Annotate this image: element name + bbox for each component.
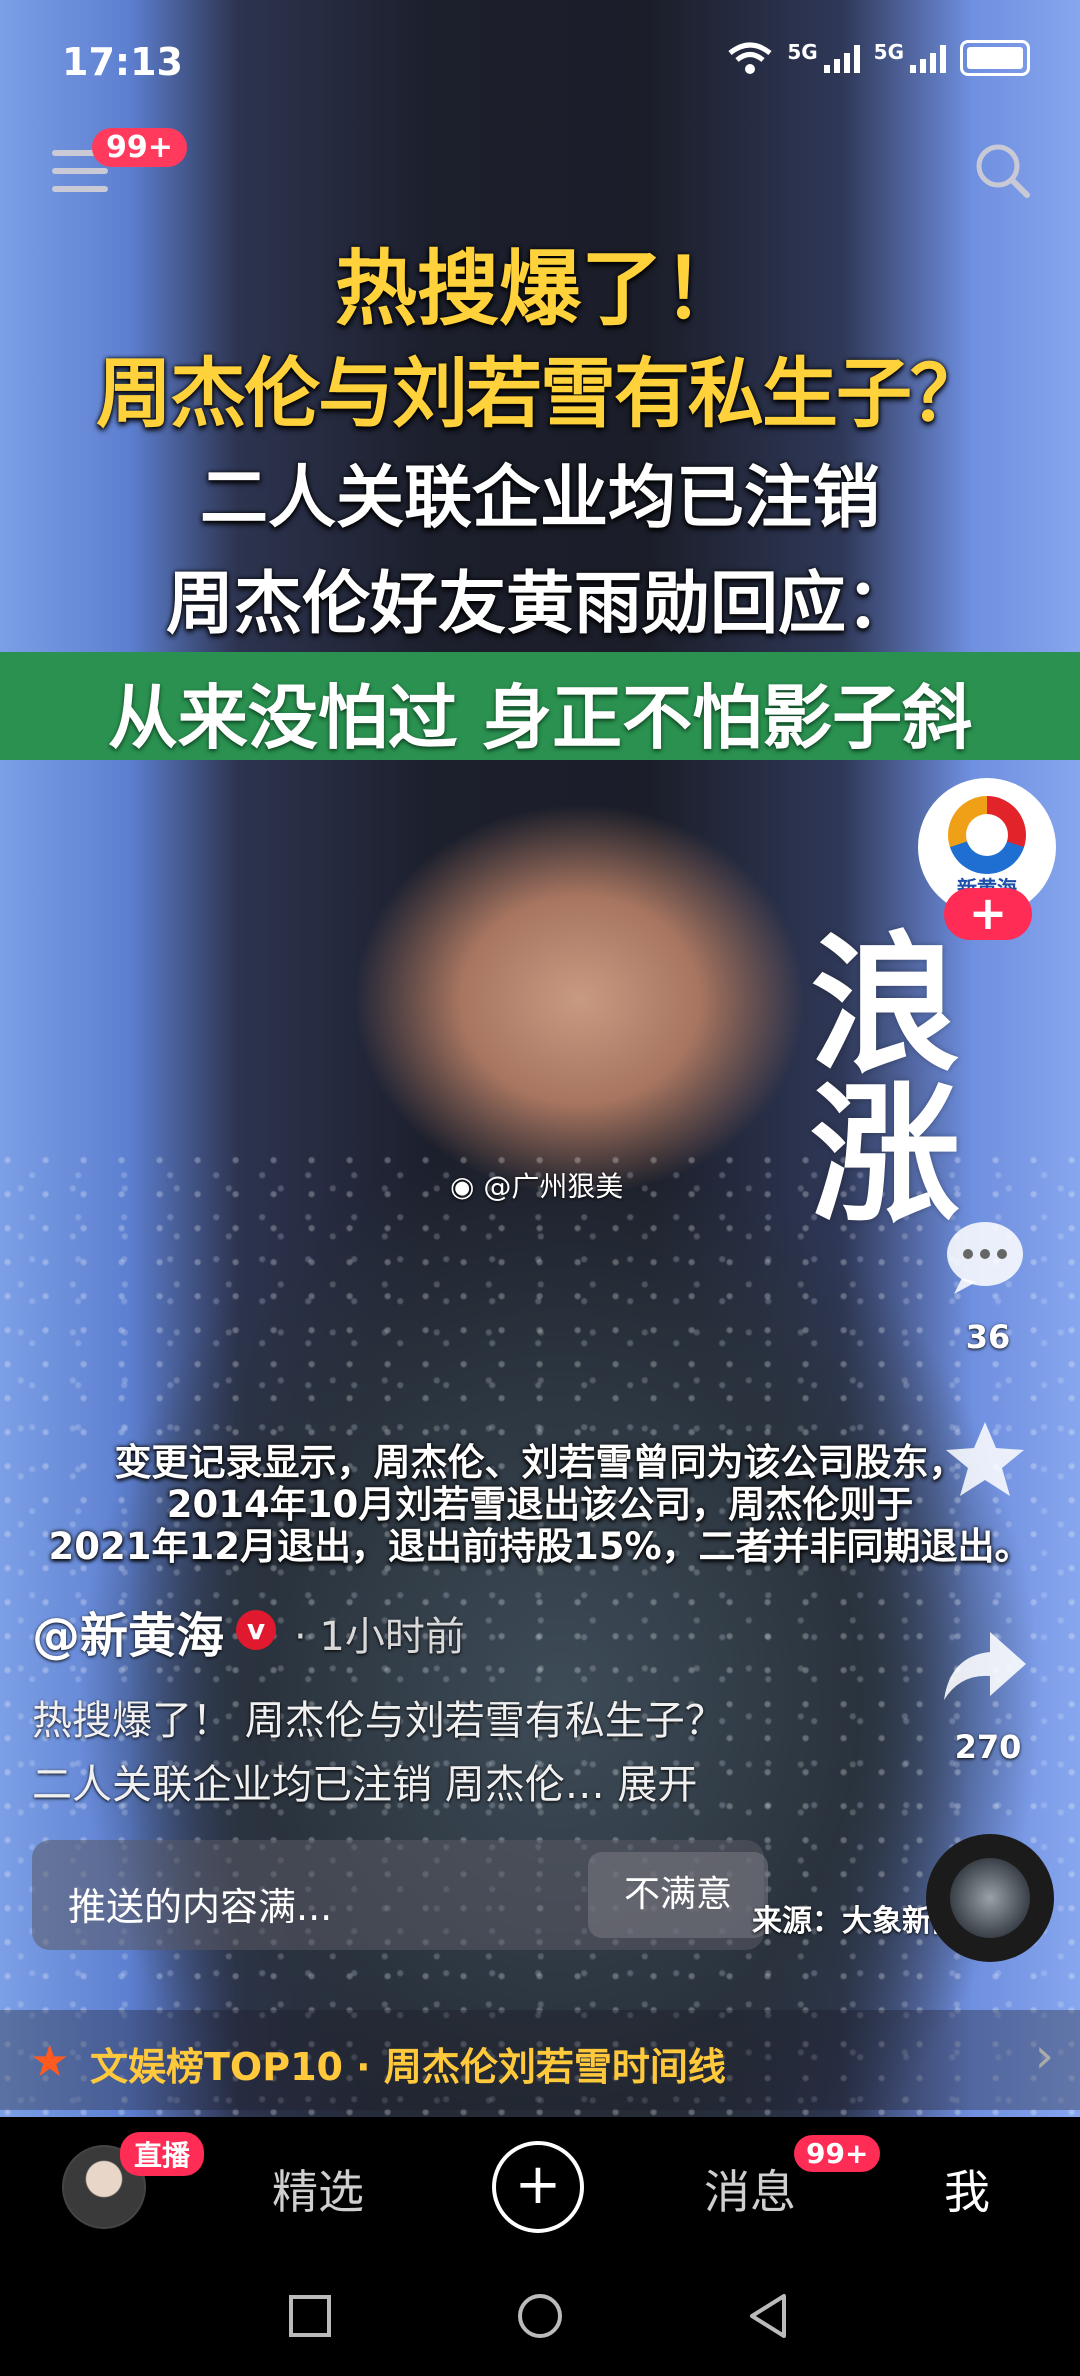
headline-line-2: 周杰伦与刘若雪有私生子？ [96, 349, 986, 438]
status-bar: 17:13 5G 5G [0, 0, 1080, 130]
weibo-icon: ◉ [450, 1170, 484, 1203]
music-disc-icon[interactable] [926, 1834, 1054, 1962]
system-navigation-bar [0, 2252, 1080, 2376]
headline-line-1: 热搜爆了！ [334, 242, 745, 337]
topic-link[interactable]: 文娱榜TOP10 · 周杰伦刘若雪时间线 [90, 2036, 726, 2091]
back-icon[interactable] [746, 2292, 790, 2340]
signal-icon [823, 43, 860, 73]
status-time: 17:13 [62, 40, 183, 84]
post-time: · 1小时前 [294, 1614, 465, 1660]
share-icon[interactable] [940, 1626, 1030, 1706]
watermark-text: @广州狠美 [483, 1170, 624, 1203]
signal-icon-2 [910, 43, 946, 73]
live-badge: 直播 [120, 2132, 205, 2176]
star-icon: ★ [30, 2036, 70, 2087]
wifi-icon [728, 42, 772, 74]
messages-badge: 99+ [794, 2135, 881, 2172]
comment-count: 36 [965, 1318, 1011, 1356]
search-icon[interactable] [972, 140, 1032, 200]
tab-featured[interactable]: 精选 [272, 2156, 364, 2222]
recents-icon[interactable] [288, 2294, 332, 2338]
weibo-watermark: ◉ @广州狠美 [450, 1165, 623, 1205]
dissatisfied-button[interactable]: 不满意 [588, 1852, 768, 1938]
verified-badge-icon: v [236, 1610, 276, 1650]
calligraphy-watermark: 浪涨 [810, 917, 961, 1243]
menu-icon-bar [52, 168, 108, 174]
channel-logo-icon [948, 796, 1026, 874]
create-button[interactable]: + [492, 2141, 584, 2233]
battery-icon [960, 40, 1030, 76]
author-name[interactable]: @新黄海 [32, 1596, 224, 1666]
post-description-line-2[interactable]: 二人关联企业均已注销 周杰伦… 展开 [32, 1752, 697, 1810]
share-count: 270 [954, 1728, 1022, 1766]
home-icon[interactable] [516, 2292, 564, 2340]
post-description-line-1[interactable]: 热搜爆了！ 周杰伦与刘若雪有私生子？ [32, 1688, 725, 1746]
menu-icon-bar [52, 186, 108, 192]
feedback-question: 推送的内容满... [68, 1885, 333, 1929]
tab-me[interactable]: 我 [944, 2156, 990, 2222]
menu-badge: 99+ [92, 128, 187, 167]
network-type-2: 5G [873, 40, 904, 64]
headline-line-3: 二人关联企业均已注销 [199, 459, 880, 538]
network-type-1: 5G [787, 40, 818, 64]
comment-icon[interactable] [940, 1216, 1030, 1296]
status-icons: 5G 5G [727, 40, 1030, 76]
headline-line-4: 周杰伦好友黄雨勋回应： [165, 565, 914, 644]
chevron-right-icon[interactable]: › [1035, 2028, 1054, 2084]
headline-line-5: 从来没怕过 身正不怕影子斜 [107, 677, 973, 759]
tab-messages[interactable]: 消息 [704, 2156, 796, 2222]
subtitle-line-3: 2021年12月退出，退出前持股15%，二者并非同期退出。 [48, 1525, 1032, 1568]
